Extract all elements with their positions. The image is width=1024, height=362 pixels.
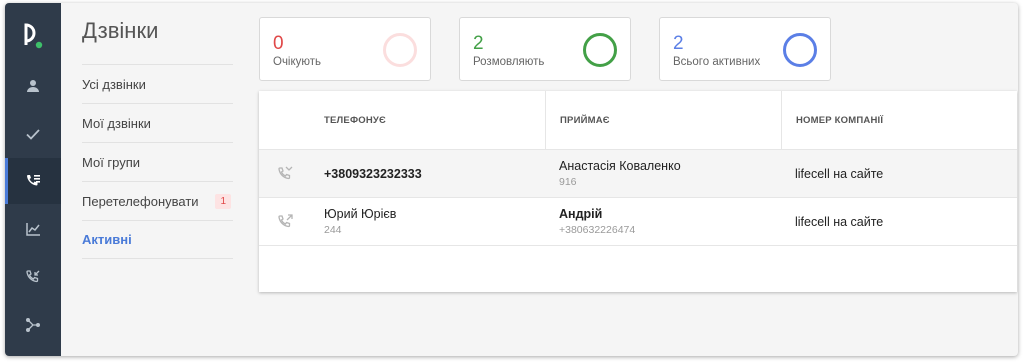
caller-name: Юрий Юрієв bbox=[324, 207, 397, 221]
submenu-item-label: Мої дзвінки bbox=[82, 115, 151, 131]
call-outgoing-icon bbox=[278, 213, 293, 227]
call-missed-icon bbox=[278, 166, 293, 179]
stat-value: 2 bbox=[673, 33, 684, 54]
count-badge: 1 bbox=[215, 193, 231, 209]
phone-incoming-icon bbox=[26, 270, 40, 283]
table-row[interactable]: Юрий Юрієв 244 Андрій +380632226474 life… bbox=[259, 198, 1017, 246]
chart-icon bbox=[26, 223, 40, 236]
table-row[interactable]: +3809323232333 Анастасія Коваленко 916 l… bbox=[259, 150, 1017, 198]
header-icon-column bbox=[259, 91, 311, 149]
submenu-item-label: Усі дзвінки bbox=[82, 76, 146, 92]
main-navigation-rail bbox=[5, 3, 61, 356]
company-number: lifecell на сайте bbox=[795, 214, 884, 229]
caller-cell: +3809323232333 bbox=[311, 150, 545, 197]
company-cell: lifecell на сайте bbox=[781, 150, 1017, 197]
rail-item-tasks[interactable] bbox=[5, 111, 61, 157]
rail-item-analytics[interactable] bbox=[5, 206, 61, 252]
caller-extension: 244 bbox=[324, 224, 342, 236]
progress-ring-icon bbox=[583, 33, 617, 67]
submenu-item-all-calls[interactable]: Усі дзвінки bbox=[82, 64, 233, 103]
submenu-item-active[interactable]: Активні bbox=[82, 220, 233, 259]
submenu-item-my-calls[interactable]: Мої дзвінки bbox=[82, 103, 233, 142]
caller-cell: Юрий Юрієв 244 bbox=[311, 198, 545, 245]
stat-value: 2 bbox=[473, 33, 484, 54]
rail-item-routing[interactable] bbox=[5, 302, 61, 348]
progress-ring-icon bbox=[783, 33, 817, 67]
stat-label: Розмовляють bbox=[473, 56, 545, 68]
rail-item-calls[interactable] bbox=[5, 158, 61, 204]
stat-card-talking: 2 Розмовляють bbox=[459, 17, 631, 81]
call-list-icon bbox=[27, 175, 40, 186]
submenu-item-label: Активні bbox=[82, 232, 132, 247]
company-number: lifecell на сайте bbox=[795, 166, 884, 181]
stat-label: Всього активних bbox=[673, 56, 761, 68]
submenu-item-label: Перетелефонувати bbox=[82, 193, 199, 209]
row-icon-cell bbox=[259, 198, 311, 245]
app-window: Дзвінки Усі дзвінки Мої дзвінки Мої груп… bbox=[5, 3, 1018, 356]
receiver-cell: Анастасія Коваленко 916 bbox=[545, 150, 781, 197]
table-header: ТЕЛЕФОНУЄ ПРИЙМАЄ НОМЕР КОМПАНІЇ bbox=[259, 91, 1017, 150]
receiver-name: Анастасія Коваленко bbox=[559, 159, 681, 173]
user-icon bbox=[27, 80, 39, 92]
page-title: Дзвінки bbox=[82, 18, 159, 43]
receiver-number: +380632226474 bbox=[559, 224, 636, 236]
calls-submenu: Дзвінки Усі дзвінки Мої дзвінки Мої груп… bbox=[61, 3, 259, 356]
routing-icon bbox=[26, 318, 40, 332]
check-icon bbox=[26, 129, 40, 140]
main-content: 0 Очікують 2 Розмовляють 2 Всього активн… bbox=[259, 3, 1018, 356]
header-company-number[interactable]: НОМЕР КОМПАНІЇ bbox=[781, 91, 1017, 149]
stat-card-total-active: 2 Всього активних bbox=[659, 17, 831, 81]
logo-icon bbox=[24, 23, 43, 49]
submenu-item-callback[interactable]: Перетелефонувати 1 bbox=[82, 181, 233, 220]
caller-number: +3809323232333 bbox=[324, 166, 422, 181]
company-cell: lifecell на сайте bbox=[781, 198, 1017, 245]
row-icon-cell bbox=[259, 150, 311, 197]
rail-item-callbacks[interactable] bbox=[5, 254, 61, 300]
stat-label: Очікують bbox=[273, 56, 322, 68]
submenu-item-my-groups[interactable]: Мої групи bbox=[82, 142, 233, 181]
receiver-cell: Андрій +380632226474 bbox=[545, 198, 781, 245]
header-receiver[interactable]: ПРИЙМАЄ bbox=[545, 91, 781, 149]
submenu-list: Усі дзвінки Мої дзвінки Мої групи Перете… bbox=[82, 64, 233, 259]
submenu-item-label: Мої групи bbox=[82, 154, 141, 170]
stat-value: 0 bbox=[273, 33, 284, 54]
receiver-extension: 916 bbox=[559, 176, 577, 188]
receiver-name: Андрій bbox=[559, 207, 603, 221]
header-caller[interactable]: ТЕЛЕФОНУЄ bbox=[311, 91, 545, 149]
rail-item-contacts[interactable] bbox=[5, 63, 61, 109]
active-calls-table: ТЕЛЕФОНУЄ ПРИЙМАЄ НОМЕР КОМПАНІЇ +380932… bbox=[259, 91, 1017, 292]
stat-card-waiting: 0 Очікують bbox=[259, 17, 431, 81]
progress-ring-icon bbox=[383, 33, 417, 67]
